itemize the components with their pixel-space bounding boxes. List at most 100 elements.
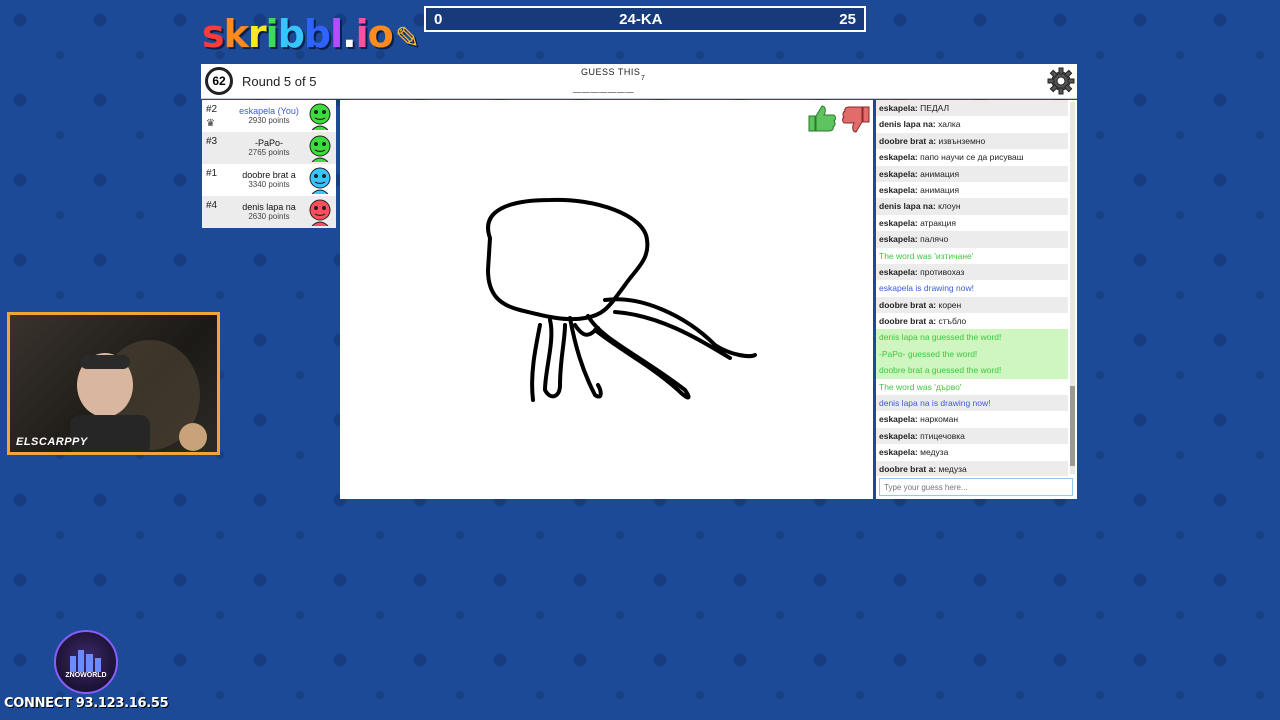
chat-message-text: The word was 'изтичане' [879,250,974,261]
chat-message: eskapela: палячо [876,231,1068,248]
chat-message: eskapela: медуза [876,444,1068,460]
chat-message-text: противохаз [920,266,965,277]
score-left: 0 [434,10,443,28]
chat-message: doobre brat a: медуза [876,460,1068,476]
chat-scrollbar-thumb[interactable] [1070,386,1075,466]
logo-letter: k [223,12,249,56]
logo-letter: . [342,12,356,56]
webcam-name: ELSCARPPY [16,436,88,448]
chat-message: eskapela: атракция [876,215,1068,231]
chat-message: eskapela is drawing now! [876,280,1068,296]
player-points: 2765 points [248,148,290,157]
chat-messages: eskapela: ПЕДАЛ denis lapa na: халка doobr… [876,100,1068,476]
chat-message-text: халка [938,119,961,130]
streamer-image [70,340,207,452]
connect-address: CONNECT 93.123.16.55 [4,696,169,711]
chat-message-author: eskapela: [879,266,918,277]
player-rank: #4 [206,200,218,211]
skribbl-logo: s k r i b b l. i o ✎ [202,12,420,56]
word-length: 7 [641,75,645,82]
chat-message-text: палячо [920,234,949,245]
chat-message: doobre brat a guessed the word! [876,362,1068,379]
chat-message-author: denis lapa na: [879,119,936,130]
timer-clock-icon: 62 [205,67,233,95]
thumbs-up-icon[interactable] [808,105,836,132]
player-points: 3340 points [248,180,290,189]
chat-message-author: eskapela: [879,414,918,425]
player-avatar [309,103,331,130]
word-hint: _______ [573,78,635,94]
player-avatar [309,199,331,226]
guess-input[interactable] [879,478,1073,496]
chat-message: eskapela: наркоман [876,411,1068,427]
chat-message-author: eskapela: [879,430,918,441]
chat-message: doobre brat a: стъбло [876,313,1068,329]
room-title: 24-KA [619,10,663,28]
chat-message: -PaPo- guessed the word! [876,345,1068,363]
chat-message: The word was 'дърво' [876,379,1068,395]
logo-letter: o [367,12,394,56]
player-row[interactable]: #4 denis lapa na 2630 points [202,196,336,228]
chat-message-author: eskapela: [879,184,918,195]
player-rank: #1 [206,168,218,179]
chat-message: doobre brat a: извънземно [876,132,1068,150]
chat-message: eskapela: анимация [876,182,1068,198]
drawing-canvas[interactable] [340,100,873,499]
webcam-overlay: ELSCARPPY [7,312,220,455]
chat-message: eskapela: анимация [876,165,1068,182]
chat-message-text: doobre brat a guessed the word! [879,365,1002,376]
chat-message-author: eskapela: [879,152,918,163]
logo-letter: i [355,12,369,56]
logo-letter: r [247,12,267,56]
chat-message: eskapela: папо научи се да рисуваш [876,149,1068,165]
chat-message-author: denis lapa na: [879,201,936,212]
jellyfish-drawing [486,197,757,402]
chat-message-text: анимация [920,168,960,179]
timer-value: 62 [212,74,226,88]
chat-message-text: denis lapa na guessed the word! [879,332,1002,343]
chat-message-text: медуза [938,463,967,474]
player-row[interactable]: #1 doobre brat a 3340 points [202,164,336,196]
game-header: 62 Round 5 of 5 GUESS THIS _______ 7 [201,64,1077,99]
logo-letter: s [202,12,225,56]
player-points: 2930 points [248,116,290,125]
chat-message-text: анимация [920,184,960,195]
chat-message-author: eskapela: [879,103,918,113]
chat-message-text: атракция [920,217,956,228]
chat-message: doobre brat a: корен [876,296,1068,314]
player-avatar [309,135,331,162]
settings-gear-icon[interactable] [1047,67,1075,95]
chat-message-text: наркоман [920,414,959,425]
chat-message-author: doobre brat a: [879,135,937,146]
chat-message-text: -PaPo- guessed the word! [879,348,978,359]
chat-message-text: медуза [920,447,949,458]
chat-message: eskapela: ПЕДАЛ [876,100,1068,117]
chat-message-author: eskapela: [879,217,918,228]
chat-message-author: doobre brat a: [879,299,937,310]
chat-message: The word was 'изтичане' [876,248,1068,264]
round-indicator: Round 5 of 5 [242,74,317,89]
chat-message-text: корен [938,299,962,310]
pencil-icon: ✎ [394,21,420,56]
player-row[interactable]: #2 eskapela (You) 2930 points ♛ [202,100,336,132]
player-name: denis lapa na [242,202,296,212]
chat-message: eskapela: птицечовка [876,427,1068,445]
chat-message-author: eskapela: [879,234,918,245]
chat-message-text: The word was 'дърво' [879,381,962,392]
logo-letter: i [265,12,279,56]
player-name: -PaPo- [254,138,283,148]
chat-message-text: ПЕДАЛ [920,103,950,113]
player-rank: #2 [206,104,218,115]
chat-message: denis lapa na: клоун [876,198,1068,215]
chat-message: denis lapa na guessed the word! [876,329,1068,346]
chat-message-author: doobre brat a: [879,463,937,474]
player-list: #2 eskapela (You) 2930 points ♛ #3 -PaPo- 2765… [202,100,336,228]
chat-message-text: eskapela is drawing now! [879,283,974,294]
logo-letter: b [277,12,305,56]
player-row[interactable]: #3 -PaPo- 2765 points [202,132,336,164]
chat-message-text: denis lapa na is drawing now! [879,398,991,409]
chat-message-text: стъбло [938,316,967,327]
score-right: 25 [839,10,856,28]
thumbs-down-icon[interactable] [842,106,870,133]
chat-message-text: папо научи се да рисуваш [920,152,1024,163]
